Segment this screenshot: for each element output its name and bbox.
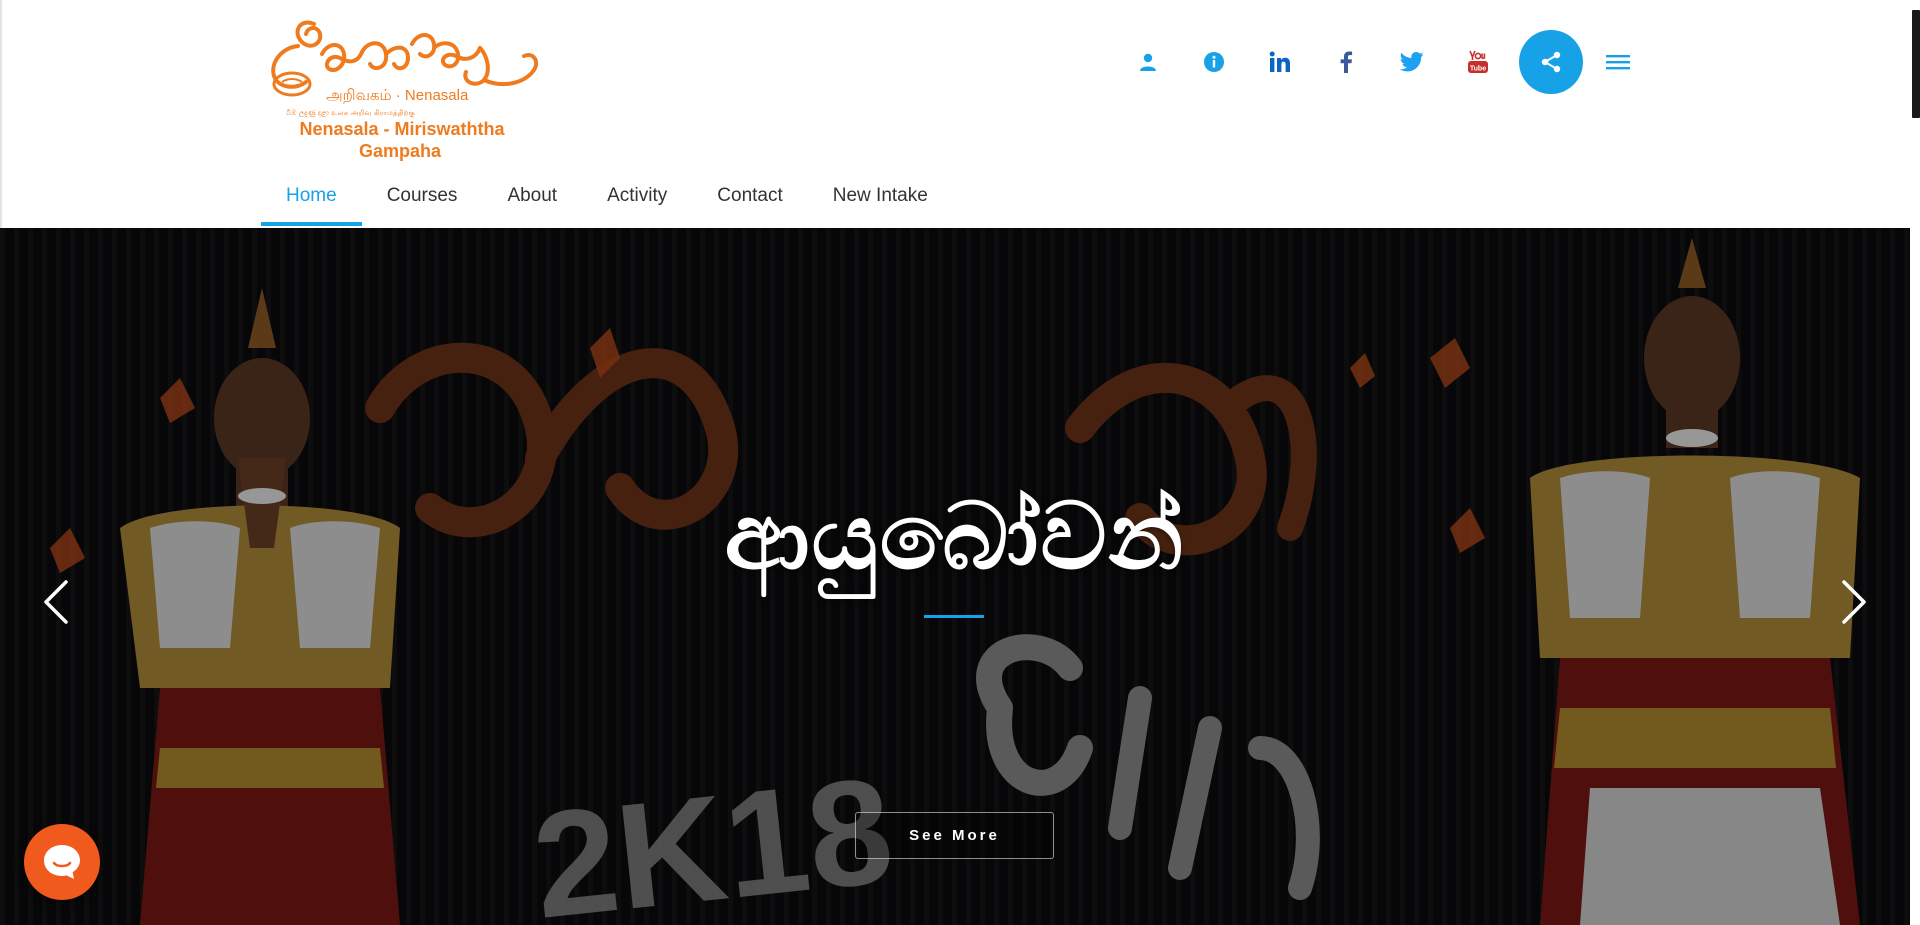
info-icon[interactable] [1184,30,1244,94]
see-more-button[interactable]: See More [855,812,1054,859]
linkedin-icon[interactable] [1250,30,1310,94]
share-icon [1541,51,1561,73]
nav-item-courses[interactable]: Courses [362,178,483,228]
nav-item-about[interactable]: About [482,178,582,228]
hamburger-menu-button[interactable] [1588,30,1648,94]
nav-item-home[interactable]: Home [261,178,362,228]
page-scrollbar-thumb[interactable] [1912,10,1920,118]
chevron-left-icon [44,580,68,624]
chat-widget-button[interactable] [24,824,100,900]
chevron-right-icon [1842,580,1866,624]
site-logo[interactable]: அறிவகம் · Nenasala බිඹ ලදුණු දළා உலக அறி… [262,14,542,164]
page-scrollbar-track[interactable] [1910,0,1920,925]
nav-item-contact[interactable]: Contact [692,178,807,228]
page-edge-shadow [0,0,3,228]
site-header: அறிவகம் · Nenasala බිඹ ලදුණු දළා உலக அறி… [0,0,1910,228]
logo-site-name: Nenasala - Miriswaththa [299,119,505,139]
user-icon[interactable] [1118,30,1178,94]
youtube-icon[interactable]: Tube [1448,30,1508,94]
share-button[interactable] [1519,30,1583,94]
slider-prev-button[interactable] [36,572,76,632]
main-nav: Home Courses About Activity Contact New … [261,178,953,228]
logo-subtagline: බිඹ ලදුණු දළා உலக அறிவு கிராமத்திற்கு [286,110,415,117]
page: அறிவகம் · Nenasala බිඹ ලදුණු දළා உலக அறி… [0,0,1920,925]
hero-title-underline [924,615,984,618]
nav-item-activity[interactable]: Activity [582,178,692,228]
facebook-icon[interactable] [1316,30,1376,94]
slider-next-button[interactable] [1834,572,1874,632]
twitter-icon[interactable] [1382,30,1442,94]
hero-title: ආයුබෝවන් [724,483,1186,590]
hamburger-menu-icon [1606,55,1630,70]
hero-slider: 2K18 ආයුබෝවන් See More [0,228,1910,925]
svg-text:Tube: Tube [1470,66,1486,73]
logo-city: Gampaha [358,141,442,161]
chat-bubble-icon [44,845,80,879]
logo-tagline: அறிவகம் · Nenasala [326,87,469,104]
nav-item-new-intake[interactable]: New Intake [808,178,953,228]
